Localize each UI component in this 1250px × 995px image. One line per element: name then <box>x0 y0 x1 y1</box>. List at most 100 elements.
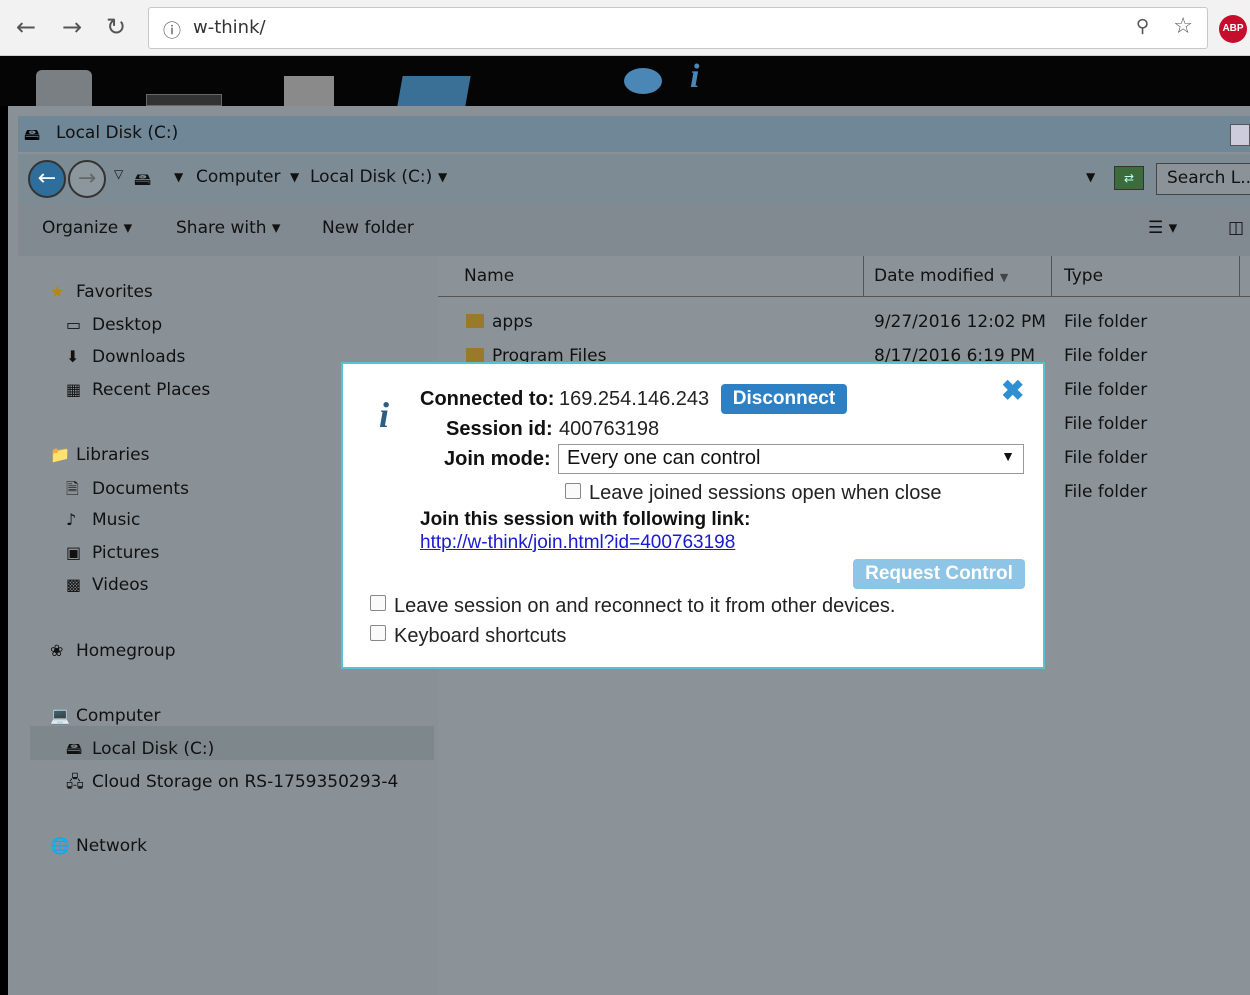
connected-label: Connected to: <box>420 388 555 410</box>
info-icon[interactable]: i <box>690 58 699 96</box>
downloads-icon: ⬇ <box>66 347 80 366</box>
request-control-button[interactable]: Request Control <box>853 559 1025 589</box>
reload-icon[interactable]: ↻ <box>106 12 126 42</box>
desktop-icon: ▭ <box>66 315 82 334</box>
nav-label: Desktop <box>92 315 163 335</box>
search-input[interactable]: Search L... <box>1156 163 1250 195</box>
adblock-icon[interactable]: ABP <box>1219 15 1247 43</box>
file-name: apps <box>492 312 533 332</box>
back-arrow-icon[interactable]: ← <box>16 12 36 42</box>
view-options-icon[interactable]: ☰ ▾ <box>1148 218 1177 238</box>
drive-icon: 🖴 <box>134 170 152 190</box>
file-row-date: 9/27/2016 12:02 PM <box>874 312 1046 332</box>
document-icon[interactable] <box>284 76 334 106</box>
recycle-bin-icon[interactable] <box>36 70 92 106</box>
nav-computer[interactable]: 💻 Computer <box>50 706 161 726</box>
star-icon[interactable]: ☆ <box>1173 14 1193 39</box>
join-mode-label: Join mode: <box>444 448 551 470</box>
nav-network[interactable]: 🌐 Network <box>50 836 147 856</box>
session-id-value: 400763198 <box>559 418 660 440</box>
nav-label: Libraries <box>76 445 150 465</box>
chevron-down-icon[interactable]: ▼ <box>174 170 183 184</box>
file-row-name[interactable]: apps <box>466 312 533 332</box>
chevron-down-icon[interactable]: ▽ <box>114 167 123 181</box>
new-folder-button[interactable]: New folder <box>322 218 414 238</box>
nav-homegroup[interactable]: ❀ Homegroup <box>50 641 176 661</box>
join-mode-select[interactable]: Every one can control ▼ <box>558 444 1024 474</box>
nav-favorites[interactable]: ★ Favorites <box>50 282 153 302</box>
folder-icon <box>466 314 484 328</box>
column-header-name[interactable]: Name <box>438 256 864 296</box>
nav-downloads[interactable]: ⬇ Downloads <box>66 347 185 367</box>
nav-pictures[interactable]: ▣ Pictures <box>66 543 159 563</box>
column-header-date-modified[interactable]: Date modified ▼ <box>864 256 1052 296</box>
nav-label: Local Disk (C:) <box>92 739 215 759</box>
pictures-icon: ▣ <box>66 543 82 562</box>
nav-recent-places[interactable]: ▦ Recent Places <box>66 380 210 400</box>
organize-button[interactable]: Organize ▾ <box>42 218 132 238</box>
keyboard-shortcuts-checkbox[interactable] <box>370 625 386 641</box>
disconnect-button[interactable]: Disconnect <box>721 384 847 414</box>
star-icon: ★ <box>50 282 65 301</box>
nav-local-disk[interactable]: 🖴 Local Disk (C:) <box>66 738 214 765</box>
nav-label: Computer <box>76 706 161 726</box>
join-link[interactable]: http://w-think/join.html?id=400763198 <box>420 532 735 554</box>
nav-cloud-storage[interactable]: 🖧 Cloud Storage on RS-1759350293-4 <box>66 771 398 798</box>
nav-label: Documents <box>92 479 189 499</box>
join-mode-value: Every one can control <box>567 447 761 469</box>
nav-music[interactable]: ♪ Music <box>66 510 140 530</box>
command-bar: Organize ▾ Share with ▾ New folder ☰ ▾ ◫ <box>18 204 1250 256</box>
local-disk-icon: 🖴 <box>24 125 41 144</box>
network-drive-icon: 🖧 <box>66 772 84 791</box>
forward-button[interactable]: → <box>68 160 106 198</box>
share-with-button[interactable]: Share with ▾ <box>176 218 280 238</box>
dropdown-arrow-icon: ▼ <box>1001 448 1015 464</box>
info-icon[interactable]: ⓘ <box>163 17 181 43</box>
forward-arrow-icon[interactable]: → <box>62 12 82 42</box>
breadcrumb-local-disk[interactable]: Local Disk (C:) <box>310 167 432 187</box>
breadcrumb-computer[interactable]: Computer <box>196 167 281 187</box>
nav-label: Pictures <box>92 543 160 563</box>
nav-documents[interactable]: 🗎 Documents <box>66 478 189 505</box>
explorer-address-bar: ← → ▽ 🖴 ▼ Computer ▼ Local Disk (C:) ▼ ▼… <box>18 154 1250 204</box>
join-link-label: Join this session with following link: <box>420 509 751 530</box>
chevron-down-icon[interactable]: ▼ <box>438 170 447 184</box>
nav-label: Downloads <box>92 347 186 367</box>
chevron-down-icon[interactable]: ▼ <box>290 170 299 184</box>
sort-down-icon: ▼ <box>999 271 1009 284</box>
preview-pane-icon[interactable]: ◫ <box>1228 218 1244 238</box>
close-icon[interactable]: ✖ <box>1001 374 1024 407</box>
keyboard-shortcuts-label: Keyboard shortcuts <box>394 625 567 647</box>
minimize-button[interactable] <box>1230 124 1250 146</box>
chat-bubble-icon[interactable] <box>624 68 662 94</box>
terminal-icon[interactable] <box>397 76 471 106</box>
key-icon[interactable]: ⚲ <box>1136 16 1149 37</box>
nav-videos[interactable]: ▩ Videos <box>66 575 149 595</box>
column-label: Date modified <box>874 266 995 286</box>
nav-desktop[interactable]: ▭ Desktop <box>66 315 162 335</box>
organize-label: Organize <box>42 218 119 238</box>
desktop-strip: i <box>0 56 1250 106</box>
nav-label: Music <box>92 510 141 530</box>
recent-places-icon: ▦ <box>66 380 82 399</box>
file-row-type: File folder <box>1064 312 1148 332</box>
nav-label: Videos <box>92 575 149 595</box>
share-with-label: Share with <box>176 218 267 238</box>
back-button[interactable]: ← <box>28 160 66 198</box>
music-icon: ♪ <box>66 510 77 529</box>
folder-icon <box>466 348 484 362</box>
documents-icon: 🗎 <box>66 479 79 498</box>
address-bar[interactable]: ⓘ w-think/ ⚲ ☆ <box>148 7 1208 49</box>
file-row-type: File folder <box>1064 380 1148 400</box>
history-dropdown-icon[interactable]: ▼ <box>1086 170 1095 184</box>
videos-icon: ▩ <box>66 575 82 594</box>
nav-libraries[interactable]: 📁 Libraries <box>50 445 149 465</box>
nav-label: Network <box>76 836 147 856</box>
header-divider <box>438 296 1250 297</box>
column-header-type[interactable]: Type <box>1052 256 1240 296</box>
refresh-button[interactable]: ⇄ <box>1114 166 1144 190</box>
leave-joined-checkbox[interactable] <box>565 483 581 499</box>
nav-label: Homegroup <box>76 641 176 661</box>
server-icon[interactable] <box>146 94 222 106</box>
leave-session-on-checkbox[interactable] <box>370 595 386 611</box>
